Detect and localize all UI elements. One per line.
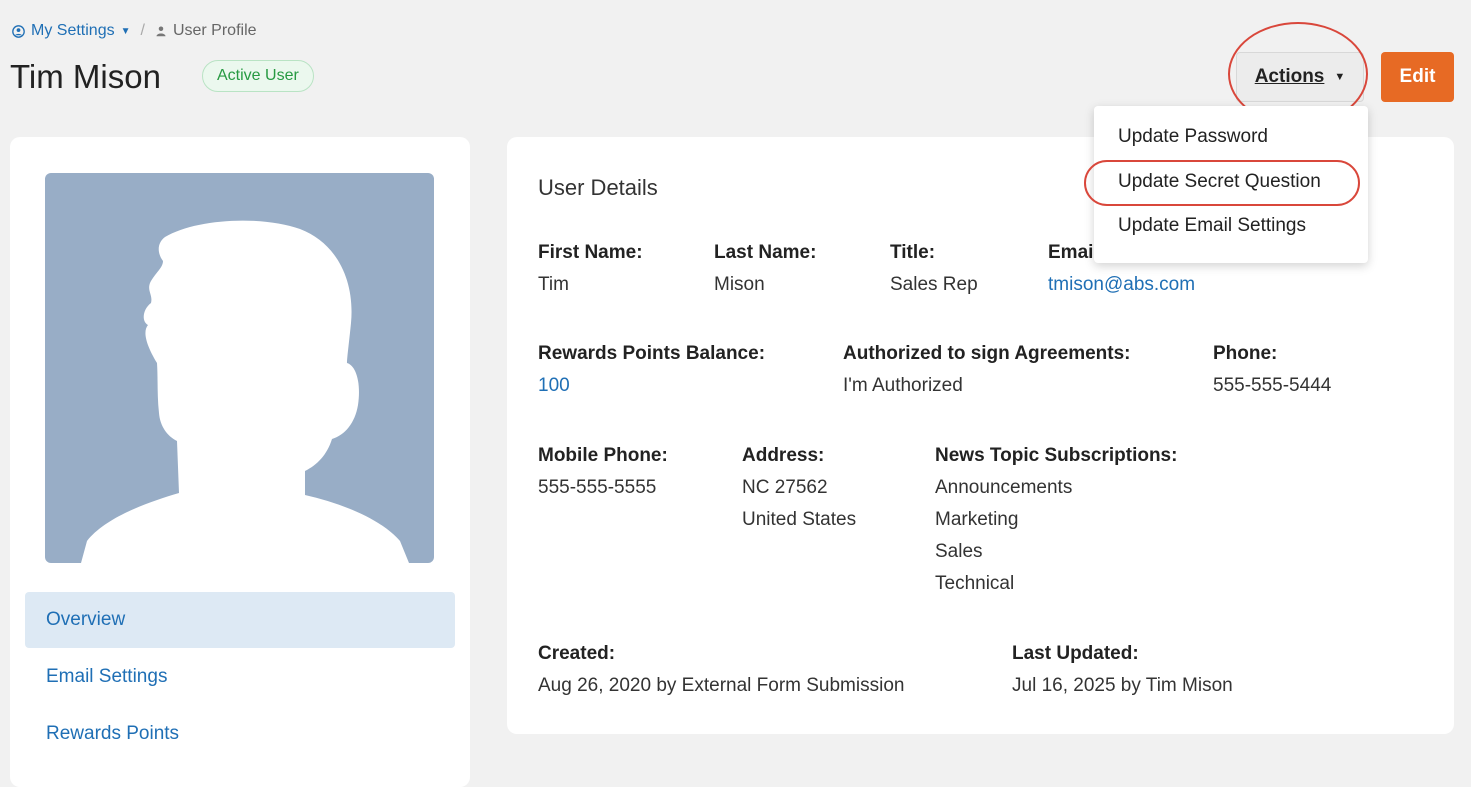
news-topic-item: Technical (935, 573, 1015, 594)
authorized-value: I'm Authorized (843, 375, 963, 396)
edit-button[interactable]: Edit (1381, 52, 1454, 102)
field-address: Address: NC 27562 United States (742, 440, 856, 536)
page-title: Tim Mison (10, 58, 161, 95)
address-line: United States (742, 509, 857, 530)
title-label: Title: (890, 242, 936, 263)
caret-down-icon: ▼ (120, 25, 131, 37)
sidebar-item-overview[interactable]: Overview (25, 592, 455, 648)
sidebar-item-email-settings[interactable]: Email Settings (25, 649, 455, 705)
news-topic-item: Announcements (935, 477, 1073, 498)
mobile-label: Mobile Phone: (538, 445, 668, 466)
menu-item-update-secret-question[interactable]: Update Secret Question (1118, 171, 1321, 193)
last-name-value: Mison (714, 274, 765, 295)
user-icon (156, 26, 166, 37)
profile-sidebar-card: Overview Email Settings Rewards Points (10, 137, 470, 787)
news-topic-item: Sales (935, 541, 983, 562)
breadcrumb-parent-label: My Settings (31, 22, 115, 39)
breadcrumb-current: User Profile (155, 22, 257, 40)
field-mobile-phone: Mobile Phone: 555-555-5555 (538, 440, 668, 504)
breadcrumb-my-settings[interactable]: My Settings ▼ (12, 22, 131, 40)
title-value: Sales Rep (890, 274, 978, 295)
field-created: Created: Aug 26, 2020 by External Form S… (538, 638, 904, 702)
field-first-name: First Name: Tim (538, 237, 643, 301)
actions-label: Actions (1254, 66, 1325, 87)
menu-item-update-email-settings[interactable]: Update Email Settings (1118, 215, 1306, 237)
address-label: Address: (742, 445, 825, 466)
news-topics-label: News Topic Subscriptions: (935, 445, 1178, 466)
field-title: Title: Sales Rep (890, 237, 978, 301)
mobile-value: 555-555-5555 (538, 477, 657, 498)
last-name-label: Last Name: (714, 242, 817, 263)
rewards-label: Rewards Points Balance: (538, 343, 766, 364)
sidebar-item-rewards-points[interactable]: Rewards Points (25, 706, 455, 762)
first-name-value: Tim (538, 274, 569, 295)
breadcrumb: My Settings ▼ / User Profile (12, 20, 257, 42)
authorized-label: Authorized to sign Agreements: (843, 343, 1131, 364)
breadcrumb-separator: / (140, 22, 145, 39)
field-phone: Phone: 555-555-5444 (1213, 338, 1331, 402)
breadcrumb-current-label: User Profile (172, 22, 257, 39)
created-value: Aug 26, 2020 by External Form Submission (538, 675, 905, 696)
user-circle-icon (12, 24, 25, 38)
actions-dropdown-menu: Update Password Update Secret Question U… (1094, 106, 1368, 263)
last-updated-value: Jul 16, 2025 by Tim Mison (1012, 675, 1233, 696)
avatar (45, 173, 434, 563)
field-rewards-balance: Rewards Points Balance: 100 (538, 338, 765, 402)
field-last-updated: Last Updated: Jul 16, 2025 by Tim Mison (1012, 638, 1233, 702)
first-name-label: First Name: (538, 242, 643, 263)
address-line: NC 27562 (742, 477, 828, 498)
field-news-topics: News Topic Subscriptions: Announcements … (935, 440, 1177, 600)
section-title: User Details (538, 175, 658, 200)
phone-label: Phone: (1213, 343, 1278, 364)
news-topic-item: Marketing (935, 509, 1019, 530)
default-avatar-silhouette-icon (81, 220, 409, 563)
last-updated-label: Last Updated: (1012, 643, 1139, 664)
actions-button[interactable]: Actions ▼ (1236, 52, 1364, 102)
caret-down-icon: ▼ (1334, 71, 1346, 83)
created-label: Created: (538, 643, 616, 664)
email-link[interactable]: tmison@abs.com (1048, 269, 1195, 301)
rewards-link[interactable]: 100 (538, 370, 765, 402)
field-last-name: Last Name: Mison (714, 237, 816, 301)
status-badge: Active User (202, 60, 314, 92)
menu-item-update-password[interactable]: Update Password (1118, 126, 1268, 148)
phone-value: 555-555-5444 (1213, 375, 1332, 396)
field-authorized: Authorized to sign Agreements: I'm Autho… (843, 338, 1130, 402)
